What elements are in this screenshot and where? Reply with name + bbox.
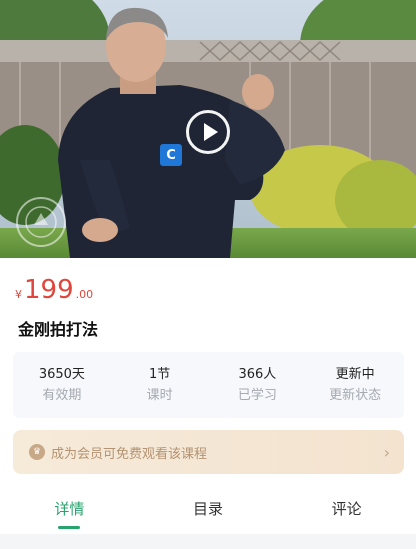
stat-validity: 3650天 有效期 [13, 352, 111, 418]
stat-label: 已学习 [237, 387, 277, 403]
price-integer: 199 [24, 275, 74, 305]
stat-lessons: 1节 课时 [111, 352, 209, 418]
price-decimal: .00 [75, 288, 94, 301]
stat-update-status: 更新中 更新状态 [306, 352, 404, 418]
tab-indicator [336, 526, 358, 529]
membership-text: 成为会员可免费观看该课程 [51, 446, 208, 462]
stat-value: 更新中 [335, 366, 375, 382]
tab-active-indicator [58, 526, 81, 529]
play-circle-icon[interactable] [186, 110, 230, 154]
tab-label: 详情 [54, 500, 85, 518]
stat-label: 更新状态 [329, 387, 382, 403]
course-video-cover[interactable]: C [0, 0, 416, 258]
course-title: 金刚拍打法 [18, 320, 99, 339]
tab-label: 评论 [331, 500, 362, 518]
course-price: ¥ 199 .00 [15, 276, 93, 304]
stat-value: 1节 [148, 366, 171, 382]
brand-c-icon: C [160, 144, 182, 166]
chevron-right-icon: › [383, 442, 390, 462]
course-stats-card: 3650天 有效期 1节 课时 366人 已学习 更新中 更新状态 [13, 352, 404, 418]
course-tabs: 详情 目录 评论 [0, 486, 416, 534]
watermark-seal-icon [14, 195, 68, 249]
section-divider [0, 534, 416, 549]
crown-icon: ♛ [29, 444, 45, 460]
stat-learners: 366人 已学习 [209, 352, 307, 418]
stat-label: 课时 [146, 387, 173, 403]
price-currency: ¥ [15, 288, 22, 301]
tab-comments[interactable]: 评论 [277, 486, 416, 534]
stat-label: 有效期 [42, 387, 82, 403]
membership-banner[interactable]: ♛ 成为会员可免费观看该课程 › [13, 430, 404, 474]
tab-indicator [197, 526, 219, 529]
tab-catalog[interactable]: 目录 [139, 486, 278, 534]
tab-details[interactable]: 详情 [0, 486, 139, 534]
stat-value: 3650天 [38, 366, 85, 382]
stat-value: 366人 [238, 366, 277, 382]
tab-label: 目录 [193, 500, 224, 518]
